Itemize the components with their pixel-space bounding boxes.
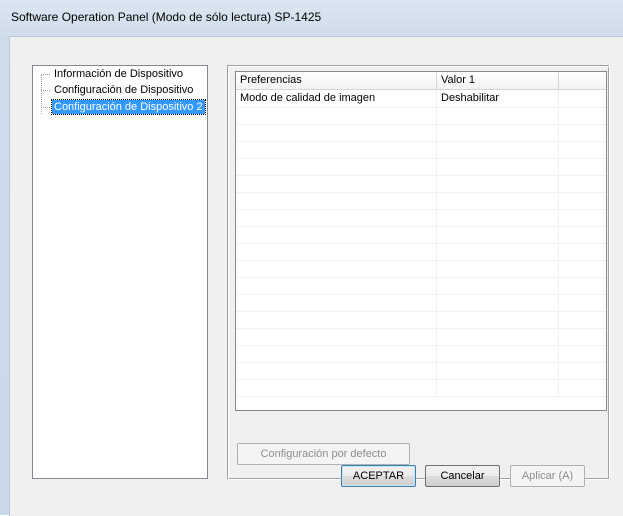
table-cell [559,107,606,124]
tree-connector-line [41,74,42,114]
table-cell [437,209,559,226]
table-cell [236,141,437,158]
table-row[interactable] [236,226,606,244]
table-cell [437,345,559,362]
table-row[interactable] [236,209,606,227]
window-title: Software Operation Panel (Modo de sólo l… [11,10,322,24]
table-cell [437,294,559,311]
table-row[interactable] [236,124,606,142]
table-cell [437,362,559,379]
table-cell [236,158,437,175]
table-cell [236,124,437,141]
table-cell [236,362,437,379]
table-cell [236,379,437,396]
table-cell: Deshabilitar [437,90,559,107]
table-row[interactable] [236,175,606,193]
table-cell [437,260,559,277]
table-cell [236,277,437,294]
table-row[interactable] [236,362,606,380]
table-cell [236,243,437,260]
table-cell [559,192,606,209]
table-cell [559,379,606,396]
table-cell [236,345,437,362]
table-cell [437,175,559,192]
table-row[interactable] [236,311,606,329]
table-cell [559,175,606,192]
table-row[interactable] [236,277,606,295]
table-cell [559,90,606,107]
table-cell [559,243,606,260]
settings-panel: Preferencias Valor 1 Modo de calidad de … [228,66,610,480]
table-cell [437,243,559,260]
table-row[interactable] [236,328,606,346]
table-row[interactable] [236,158,606,176]
ok-button[interactable]: ACEPTAR [341,465,416,487]
table-cell [559,294,606,311]
table-cell [437,328,559,345]
table-cell [437,107,559,124]
table-cell [236,226,437,243]
column-header-value-1[interactable]: Valor 1 [437,72,559,89]
title-bar[interactable]: Software Operation Panel (Modo de sólo l… [0,0,623,36]
table-cell [559,158,606,175]
table-cell [559,311,606,328]
table-row[interactable] [236,141,606,159]
table-row[interactable] [236,294,606,312]
dialog-client-area: Información de Dispositivo Configuración… [9,36,623,516]
navigation-tree[interactable]: Información de Dispositivo Configuración… [32,65,208,479]
table-cell [437,141,559,158]
table-cell [559,277,606,294]
table-row[interactable] [236,345,606,363]
table-cell [437,158,559,175]
table-cell [236,294,437,311]
table-cell [559,260,606,277]
table-cell [437,226,559,243]
table-cell [437,311,559,328]
table-cell [559,141,606,158]
table-cell [559,226,606,243]
tree-item-label: Configuración de Dispositivo [54,84,194,96]
table-cell [236,107,437,124]
table-cell [437,192,559,209]
table-cell [437,379,559,396]
preferences-table[interactable]: Preferencias Valor 1 Modo de calidad de … [235,71,607,411]
table-cell [559,345,606,362]
table-cell [236,311,437,328]
software-operation-panel-window: Software Operation Panel (Modo de sólo l… [0,0,623,516]
column-header-preferences[interactable]: Preferencias [236,72,437,89]
table-cell [236,175,437,192]
default-config-button[interactable]: Configuración por defecto [237,443,410,465]
table-row[interactable] [236,107,606,125]
table-cell [437,277,559,294]
table-row[interactable]: Modo de calidad de imagen Deshabilitar [236,90,606,108]
table-cell [236,328,437,345]
table-row[interactable] [236,260,606,278]
tree-connector [41,90,50,91]
table-row[interactable] [236,192,606,210]
table-cell [437,124,559,141]
tree-connector [41,107,50,108]
table-cell [236,192,437,209]
table-cell [559,362,606,379]
tree-item-label: Configuración de Dispositivo 2 [51,99,206,115]
table-cell [559,328,606,345]
apply-button[interactable]: Aplicar (A) [510,465,585,487]
table-cell [236,209,437,226]
table-row[interactable] [236,243,606,261]
table-row[interactable] [236,379,606,397]
cancel-button[interactable]: Cancelar [425,465,500,487]
tree-item-label: Información de Dispositivo [54,68,184,80]
table-header: Preferencias Valor 1 [236,72,606,90]
table-cell [236,260,437,277]
table-cell [559,209,606,226]
tree-connector [41,74,50,75]
table-cell [559,124,606,141]
column-header-extra[interactable] [559,72,606,89]
table-cell: Modo de calidad de imagen [236,90,437,107]
